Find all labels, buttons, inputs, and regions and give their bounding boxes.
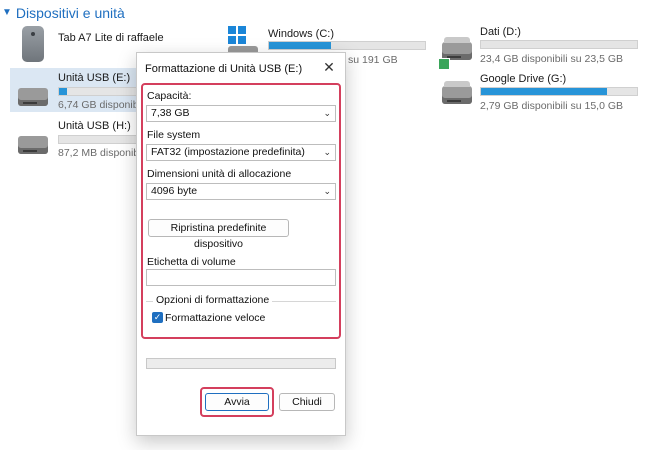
usb-drive-icon xyxy=(18,136,48,154)
capacity-bar xyxy=(268,41,426,50)
usb-drive-icon xyxy=(18,88,48,106)
capacity-bar-fill xyxy=(59,88,67,95)
drive-google-g[interactable]: Google Drive (G:) 2,79 GB disponibili su… xyxy=(436,70,646,114)
start-button[interactable]: Avvia xyxy=(205,393,269,411)
drive-info: 23,4 GB disponibili su 23,5 GB xyxy=(480,53,624,65)
capacity-bar-fill xyxy=(481,88,608,95)
chevron-down-icon: ⌄ xyxy=(323,186,331,196)
volume-label-label: Etichetta di volume xyxy=(147,256,236,268)
drive-info: su 191 GB xyxy=(348,54,398,66)
capacity-label: Capacità: xyxy=(147,90,192,102)
filesystem-select[interactable]: FAT32 (impostazione predefinita) ⌄ xyxy=(146,144,336,161)
allocation-select[interactable]: 4096 byte ⌄ xyxy=(146,183,336,200)
format-dialog: Formattazione di Unità USB (E:) ✕ Capaci… xyxy=(136,52,346,436)
drive-name: Unità USB (E:) xyxy=(58,72,131,84)
tablet-icon xyxy=(22,26,44,62)
drive-tablet[interactable]: Tab A7 Lite di raffaele xyxy=(0,24,164,68)
drive-name: Windows (C:) xyxy=(268,28,335,40)
drive-info: 6,74 GB disponibili xyxy=(58,99,146,111)
drive-name: Google Drive (G:) xyxy=(480,73,567,85)
filesystem-value: FAT32 (impostazione predefinita) xyxy=(151,146,305,158)
capacity-bar xyxy=(58,87,138,96)
drive-usb-e[interactable]: Unità USB (E:) 6,74 GB disponibili xyxy=(10,68,146,112)
filesystem-label: File system xyxy=(147,129,201,141)
drive-dati-d[interactable]: Dati (D:) 23,4 GB disponibili su 23,5 GB xyxy=(436,24,646,70)
capacity-bar xyxy=(58,135,138,144)
drive-name: Dati (D:) xyxy=(480,26,521,38)
close-button[interactable]: Chiudi xyxy=(279,393,335,411)
quick-format-checkbox[interactable]: ✓ xyxy=(152,312,163,323)
shortcut-overlay-icon xyxy=(438,58,450,70)
chevron-down-icon: ⌄ xyxy=(323,108,331,118)
chevron-down-icon: ⌄ xyxy=(323,147,331,157)
section-title: Dispositivi e unità xyxy=(15,5,125,21)
drive-name: Unità USB (H:) xyxy=(58,120,131,132)
dialog-title: Formattazione di Unità USB (E:) xyxy=(145,63,303,75)
volume-label-input[interactable] xyxy=(146,269,336,286)
close-icon[interactable]: ✕ xyxy=(321,59,337,75)
capacity-bar-fill xyxy=(269,42,332,49)
capacity-bar xyxy=(480,40,638,49)
allocation-value: 4096 byte xyxy=(151,185,198,197)
allocation-label: Dimensioni unità di allocazione xyxy=(147,168,292,180)
drive-info: 87,2 MB disponibili xyxy=(58,147,147,159)
windows-logo-icon xyxy=(228,26,246,44)
capacity-select[interactable]: 7,38 GB ⌄ xyxy=(146,105,336,122)
capacity-value: 7,38 GB xyxy=(151,107,190,119)
format-options-title: Opzioni di formattazione xyxy=(153,294,273,306)
restore-defaults-button[interactable]: Ripristina predefinite dispositivo xyxy=(148,219,289,250)
drive-info: 2,79 GB disponibili su 15,0 GB xyxy=(480,100,624,112)
hard-drive-icon xyxy=(442,81,472,104)
format-progress-bar xyxy=(146,358,336,369)
drive-usb-h[interactable]: Unità USB (H:) 87,2 MB disponibili xyxy=(10,118,146,162)
quick-format-label: Formattazione veloce xyxy=(165,312,266,324)
section-header-devices[interactable]: ▼ Dispositivi e unità xyxy=(2,4,125,22)
chevron-down-icon: ▼ xyxy=(2,6,12,18)
capacity-bar xyxy=(480,87,638,96)
drive-name: Tab A7 Lite di raffaele xyxy=(58,32,164,44)
